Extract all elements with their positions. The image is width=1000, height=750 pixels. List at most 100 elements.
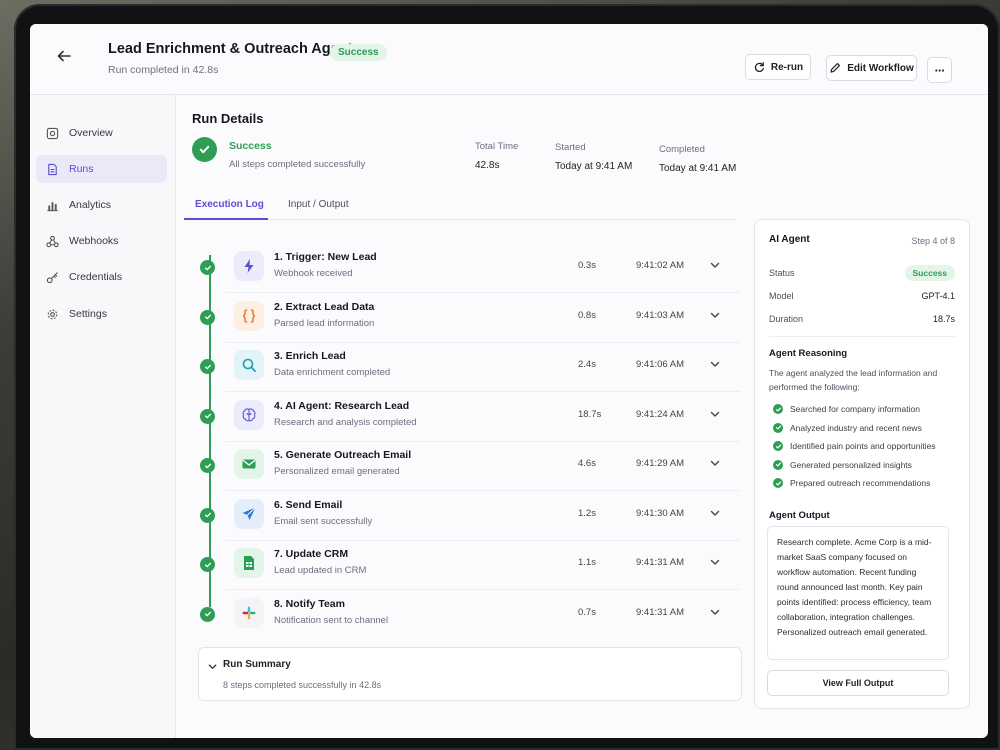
rerun-button[interactable]: Re-run [745,54,811,80]
started-label: Started [555,142,586,153]
execution-step[interactable]: 5. Generate Outreach Email Personalized e… [200,443,740,491]
agent-output-title: Agent Output [769,510,830,521]
step-description: Research and analysis completed [274,416,417,428]
panel-status-badge: Success [904,265,955,281]
more-options-button[interactable]: ··· [927,57,952,83]
panel-divider [769,336,955,337]
chevron-down-icon[interactable] [708,456,722,470]
step-success-icon [200,408,215,424]
execution-step[interactable]: 1. Trigger: New Lead Webhook received 0.3s… [200,245,740,293]
execution-step[interactable]: 3. Enrich Lead Data enrichment completed 2… [200,344,740,392]
step-name: 7. Update CRM [274,548,349,560]
reasoning-item: Prepared outreach recommendations [773,476,930,490]
runs-icon [48,163,57,175]
step-name: 6. Send Email [274,498,343,511]
sidebar-item-label: Overview [69,127,113,139]
chevron-down-icon[interactable] [708,605,722,619]
step-divider [226,292,740,293]
step-timestamp: 9:41:02 AM [636,260,685,271]
step-timestamp: 9:41:06 AM [636,359,685,370]
sidebar-item-analytics[interactable]: Analytics [36,191,167,219]
sidebar-item-webhooks[interactable]: Webhooks [36,227,167,255]
step-description: Personalized email generated [274,466,400,477]
chevron-down-icon[interactable] [708,506,722,520]
reasoning-item-text: Analyzed industry and recent news [790,422,922,433]
edit-workflow-label: Edit Workflow [847,62,914,74]
execution-step[interactable]: 8. Notify Team Notification sent to chann… [200,592,740,640]
ai-agent-panel: AI Agent Step 4 of 8 Status Success Mode… [754,219,970,709]
sidebar-item-runs[interactable]: Runs [36,155,167,183]
sidebar-item-settings[interactable]: Settings [36,300,167,328]
app-window: Lead Enrichment & Outreach Agent Success… [30,24,988,738]
brain-icon [234,399,264,430]
run-summary: Run Summary 8 steps completed successful… [198,647,742,701]
reasoning-item-text: Prepared outreach recommendations [790,478,931,488]
step-duration: 0.8s [578,309,596,321]
step-timestamp: 9:41:24 AM [636,408,685,420]
step-success-icon [200,260,215,275]
agent-reasoning-title: Agent Reasoning [769,348,848,359]
step-name: 5. Generate Outreach Email [274,449,412,461]
step-description: Email sent successfully [274,515,373,527]
step-timestamp: 9:41:30 AM [636,507,685,519]
sidebar-item-label: Settings [69,308,107,320]
chevron-down-icon[interactable] [708,407,722,421]
step-success-icon [200,606,215,622]
step-duration: 2.4s [578,359,596,370]
reasoning-item: Identified pain points and opportunities [773,439,936,453]
run-status-description: All steps completed successfully [229,159,366,170]
execution-step[interactable]: 7. Update CRM Lead updated in CRM 1.1s 9:41… [200,542,740,590]
step-name: 3. Enrich Lead [274,350,346,362]
tab-input-output[interactable]: Input / Output [288,199,349,210]
success-check-icon [192,137,217,162]
execution-step[interactable]: 2. Extract Lead Data Parsed lead informat… [200,295,740,343]
status-label: Status [769,268,795,278]
check-icon [773,478,783,488]
step-duration: 0.7s [578,606,596,618]
sidebar-item-overview[interactable]: Overview [36,119,167,147]
sidebar-item-label: Credentials [69,271,123,283]
sidebar: Overview Runs Analytics Webhooks Credent… [30,95,176,738]
step-description: Webhook received [274,268,353,279]
completed-value: Today at 9:41 AM [659,163,737,174]
main-content: Run Details Success All steps completed … [176,95,988,738]
sidebar-item-label: Analytics [69,199,112,211]
send-icon [234,498,264,529]
active-tab-indicator [184,218,268,220]
chevron-down-icon[interactable] [207,661,218,672]
total-time-value: 42.8s [475,160,500,171]
model-label: Model [769,291,794,301]
step-description: Data enrichment completed [274,367,391,378]
step-timestamp: 9:41:29 AM [636,458,685,469]
step-duration: 18.7s [578,408,602,420]
step-description: Parsed lead information [274,317,375,329]
step-timestamp: 9:41:03 AM [636,309,685,321]
step-name: 4. AI Agent: Research Lead [274,399,410,412]
lightning-icon [234,251,264,281]
execution-step[interactable]: 6. Send Email Email sent successfully 1.2s… [200,493,740,541]
panel-step: Step 4 of 8 [911,236,955,246]
step-duration: 1.2s [578,507,596,519]
step-description: Lead updated in CRM [274,565,367,576]
tab-execution-log[interactable]: Execution Log [195,199,264,210]
chevron-down-icon[interactable] [708,308,722,322]
reasoning-item-text: Generated personalized insights [790,459,912,470]
step-success-icon [200,507,215,523]
chevron-down-icon[interactable] [708,357,722,371]
view-full-output-button[interactable]: View Full Output [767,670,949,696]
edit-workflow-button[interactable]: Edit Workflow [826,55,917,81]
page-header: Lead Enrichment & Outreach Agent Success… [30,24,988,95]
chevron-down-icon[interactable] [708,555,722,569]
search-icon [234,350,264,380]
execution-step[interactable]: 4. AI Agent: Research Lead Research and a… [200,394,740,442]
chevron-down-icon[interactable] [708,258,722,272]
back-button[interactable] [52,44,76,68]
step-duration: 0.3s [578,260,596,271]
agent-output-text: Research complete. Acme Corp is a mid-ma… [767,526,949,660]
analytics-icon [47,201,58,211]
agent-reasoning-intro: The agent analyzed the lead information … [769,368,938,392]
step-divider [226,539,740,541]
slack-icon [234,597,264,628]
sidebar-item-credentials[interactable]: Credentials [36,263,167,291]
rerun-label: Re-run [770,61,804,73]
